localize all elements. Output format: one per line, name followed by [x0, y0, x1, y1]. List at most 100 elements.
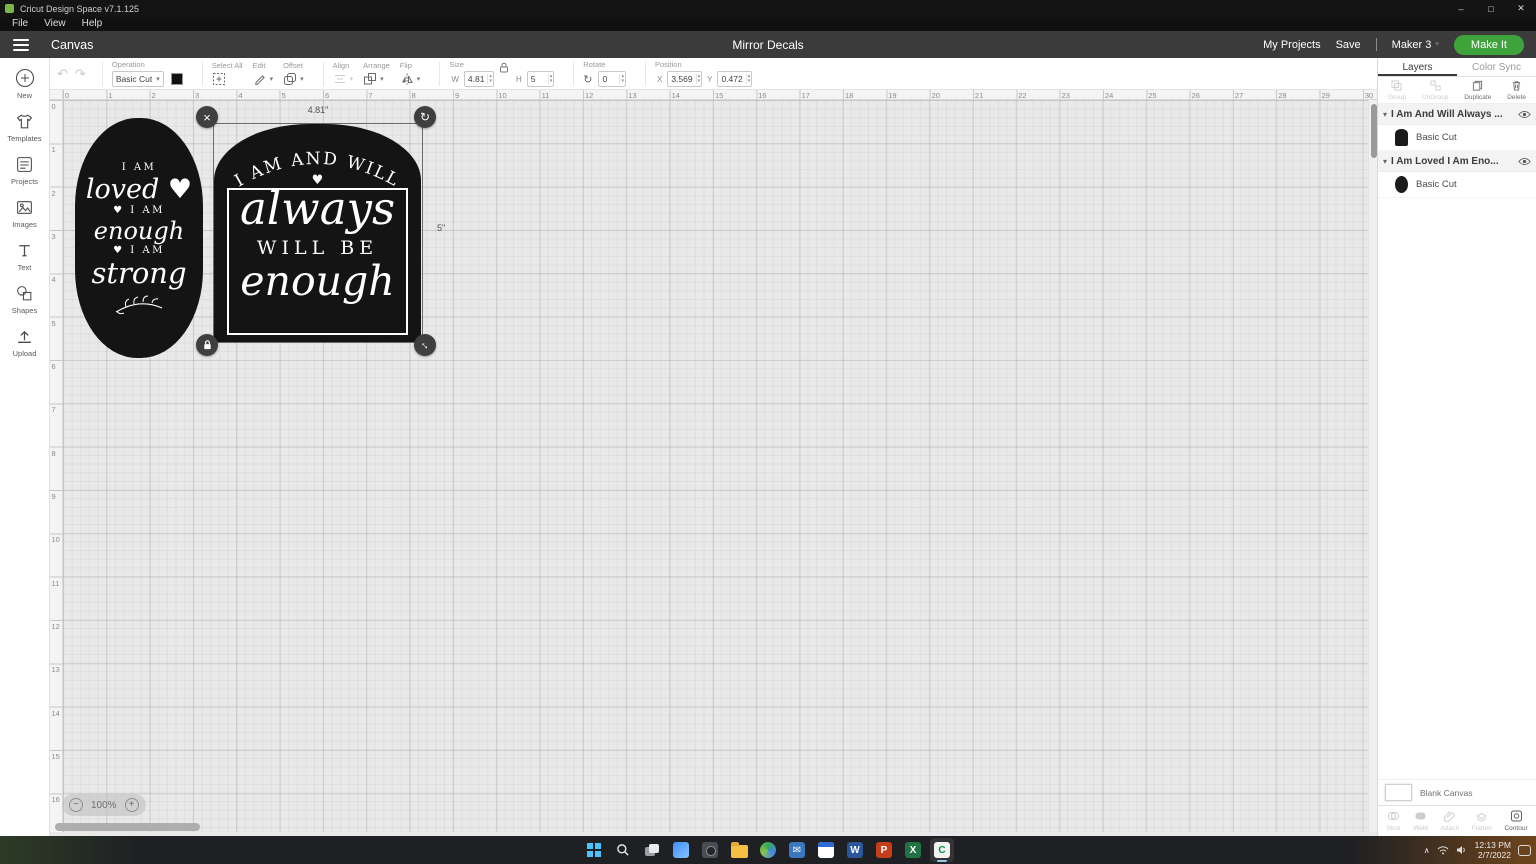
position-y-input[interactable]: 0.472 ▴▾	[717, 71, 752, 87]
close-button[interactable]: ✕	[1506, 0, 1536, 17]
layer-row[interactable]: Basic Cut	[1378, 172, 1536, 198]
width-stepper[interactable]: ▴▾	[487, 74, 493, 84]
redo-button[interactable]: ↷	[75, 67, 86, 80]
edit-button[interactable]: ▾	[253, 72, 274, 86]
rotate-input[interactable]: 0 ▴▾	[598, 71, 626, 87]
offset-button[interactable]: ▾	[283, 72, 304, 86]
taskbar-camera-icon[interactable]	[698, 838, 722, 862]
taskbar-search-icon[interactable]	[611, 838, 635, 862]
blank-canvas-row[interactable]: Blank Canvas	[1378, 779, 1536, 805]
expander-icon[interactable]: ▾	[1383, 110, 1387, 119]
save-link[interactable]: Save	[1336, 39, 1361, 51]
group-button[interactable]: Group	[1388, 80, 1406, 101]
tab-layers[interactable]: Layers	[1378, 58, 1457, 76]
attach-button[interactable]: Attach	[1441, 810, 1459, 832]
taskbar-task-view-icon[interactable]	[640, 838, 664, 862]
duplicate-button[interactable]: Duplicate	[1464, 80, 1491, 101]
select-all-group: Select All	[212, 61, 243, 86]
my-projects-link[interactable]: My Projects	[1263, 39, 1320, 51]
hamburger-menu-icon[interactable]	[13, 39, 29, 51]
taskbar-browser-icon[interactable]	[756, 838, 780, 862]
decal-oval-object[interactable]: I AMloved ♥♥ I AMenough♥ I AMstrong	[75, 118, 203, 358]
undo-button[interactable]: ↶	[57, 67, 68, 80]
resize-handle[interactable]: ↔	[414, 334, 436, 356]
ruler-mark: 18	[845, 91, 853, 100]
contour-button[interactable]: Contour	[1504, 810, 1527, 832]
lock-handle[interactable]	[196, 334, 218, 356]
make-it-button[interactable]: Make It	[1454, 35, 1524, 55]
position-x-input[interactable]: 3.569 ▴▾	[667, 71, 702, 87]
ruler-mark: 25	[1148, 91, 1156, 100]
taskbar-calendar-icon[interactable]	[814, 838, 838, 862]
menu-view[interactable]: View	[36, 17, 74, 31]
toolbar-divider	[645, 62, 646, 86]
flip-button[interactable]: ▾	[400, 72, 421, 86]
menu-help[interactable]: Help	[74, 17, 111, 31]
taskbar-cricut-icon[interactable]: C	[930, 838, 954, 862]
notification-icon[interactable]	[1518, 845, 1531, 856]
horizontal-scrollbar[interactable]	[55, 823, 200, 831]
position-y-stepper[interactable]: ▴▾	[746, 74, 752, 84]
rotate-handle[interactable]: ↻	[414, 106, 436, 128]
height-stepper[interactable]: ▴▾	[548, 74, 554, 84]
sidebar-item-new[interactable]: New	[0, 68, 49, 100]
wifi-icon[interactable]	[1437, 845, 1449, 855]
machine-select[interactable]: Maker 3 ▾	[1392, 39, 1439, 51]
vertical-scrollbar[interactable]	[1368, 100, 1377, 832]
tab-color-sync[interactable]: Color Sync	[1457, 58, 1536, 76]
arrange-button[interactable]: ▾	[363, 72, 390, 86]
visibility-eye-icon[interactable]	[1518, 157, 1531, 166]
canvas-color-swatch[interactable]	[1385, 784, 1412, 801]
taskbar-excel-icon[interactable]: X	[901, 838, 925, 862]
weld-button[interactable]: Weld	[1413, 810, 1428, 832]
sidebar-item-images[interactable]: Images	[0, 198, 49, 229]
zoom-out-button[interactable]: −	[69, 798, 83, 812]
slice-button[interactable]: Slice	[1386, 810, 1400, 832]
height-input[interactable]: 5 ▴▾	[527, 71, 555, 87]
sidebar-item-text[interactable]: Text	[0, 241, 49, 272]
flatten-button[interactable]: Flatten	[1472, 810, 1492, 832]
sidebar-item-upload[interactable]: Upload	[0, 327, 49, 358]
visibility-eye-icon[interactable]	[1518, 110, 1531, 119]
layer-group-row[interactable]: ▾I Am And Will Always ...	[1378, 104, 1536, 125]
scrollbar-thumb[interactable]	[1371, 104, 1377, 158]
ruler-mark: 11	[52, 579, 60, 588]
maximize-button[interactable]: □	[1476, 0, 1506, 17]
select-all-button[interactable]	[212, 72, 243, 86]
minimize-button[interactable]: –	[1446, 0, 1476, 17]
menu-file[interactable]: File	[4, 17, 36, 31]
sidebar-item-templates[interactable]: Templates	[0, 112, 49, 143]
taskbar-widgets-icon[interactable]	[669, 838, 693, 862]
taskbar-file-explorer-icon[interactable]	[727, 838, 751, 862]
zoom-in-button[interactable]: +	[125, 798, 139, 812]
delete-handle[interactable]: ×	[196, 106, 218, 128]
expander-icon[interactable]: ▾	[1383, 157, 1387, 166]
taskbar-clock[interactable]: 12:13 PM 2/7/2022	[1475, 840, 1511, 860]
width-input[interactable]: 4.81 ▴▾	[464, 71, 494, 87]
taskbar-word-icon[interactable]: W	[843, 838, 867, 862]
zoom-control: − 100% +	[62, 794, 146, 816]
system-tray: ∧ 12:13 PM 2/7/2022	[1424, 836, 1531, 864]
ungroup-button[interactable]: UnGroup	[1422, 80, 1448, 101]
canvas-label: Canvas	[51, 38, 93, 52]
selection-bounding-box[interactable]	[213, 123, 423, 343]
sidebar-item-projects[interactable]: Projects	[0, 155, 49, 186]
layer-color-swatch[interactable]	[171, 73, 183, 85]
tray-chevron-icon[interactable]: ∧	[1424, 846, 1430, 855]
layer-row[interactable]: Basic Cut	[1378, 125, 1536, 151]
taskbar-powerpoint-icon[interactable]: P	[872, 838, 896, 862]
volume-icon[interactable]	[1456, 845, 1468, 855]
ruler-mark: 7	[368, 91, 372, 100]
lock-icon	[202, 339, 213, 351]
layer-group-row[interactable]: ▾I Am Loved I Am Eno...	[1378, 151, 1536, 172]
delete-button[interactable]: Delete	[1507, 80, 1526, 101]
position-x-stepper[interactable]: ▴▾	[696, 74, 702, 84]
taskbar-mail-icon[interactable]: ✉	[785, 838, 809, 862]
flip-group: Flip ▾	[400, 61, 421, 86]
align-button[interactable]: ▾	[333, 72, 354, 86]
taskbar-start-icon[interactable]	[582, 838, 606, 862]
sidebar-item-shapes[interactable]: Shapes	[0, 284, 49, 315]
rotate-stepper[interactable]: ▴▾	[619, 74, 625, 84]
operation-select[interactable]: Basic Cut ▾	[112, 71, 164, 87]
aspect-lock-icon[interactable]	[499, 60, 509, 78]
